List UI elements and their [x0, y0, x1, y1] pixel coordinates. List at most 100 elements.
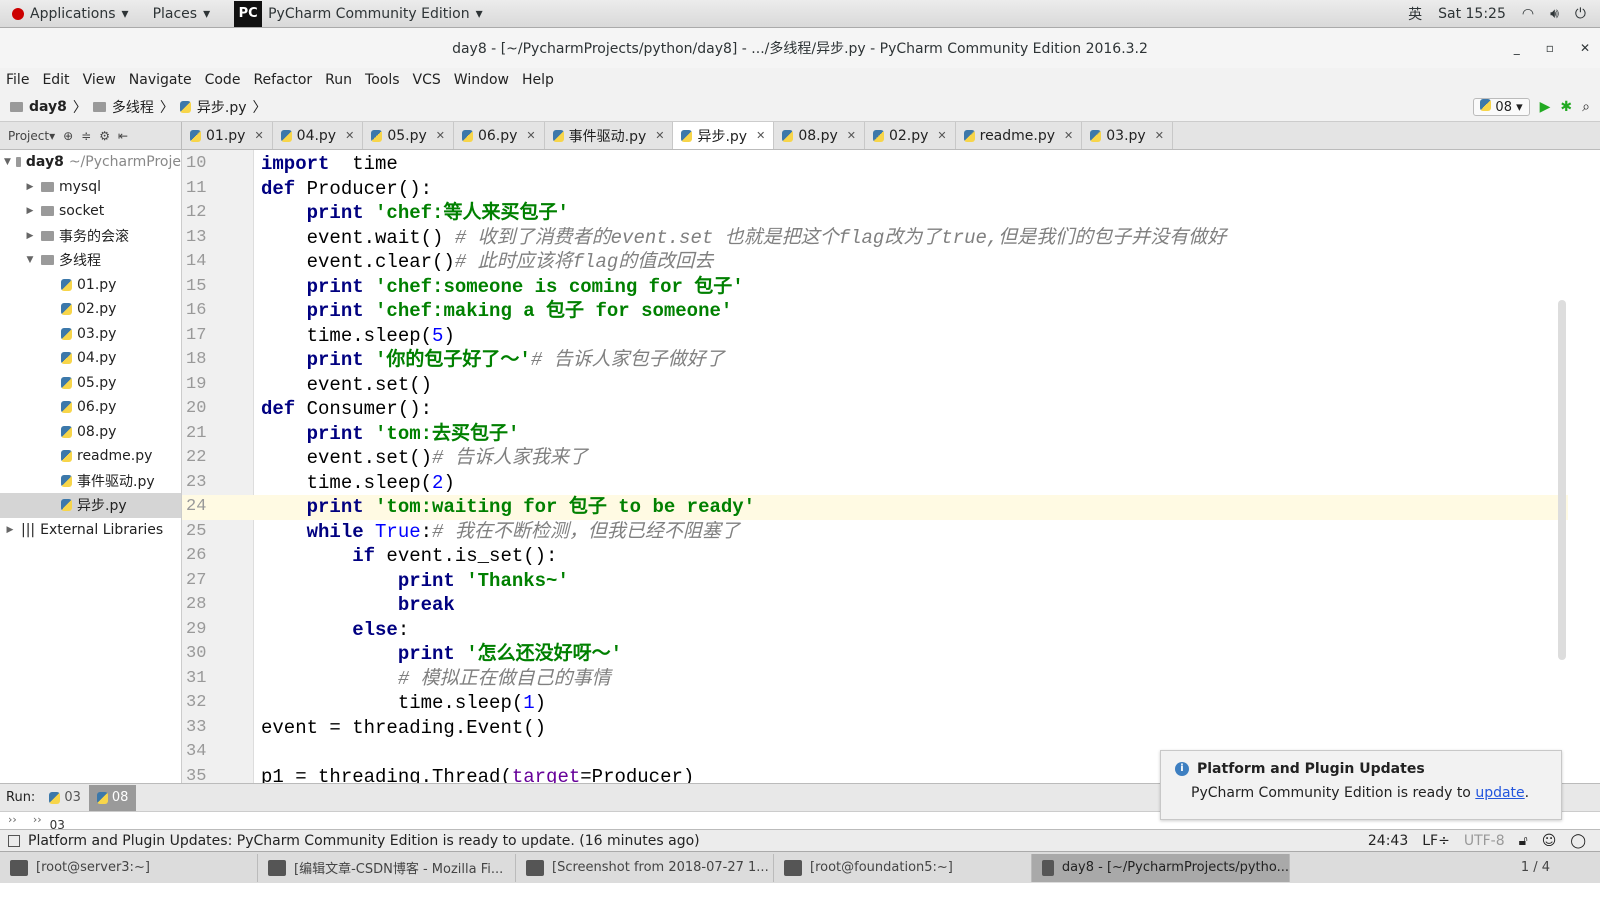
- chevron-right-icon[interactable]: ▶: [24, 182, 36, 192]
- tree-item[interactable]: 02.py: [0, 297, 181, 322]
- menu-help[interactable]: Help: [522, 72, 554, 88]
- tree-item[interactable]: ▶ ||| External Libraries: [0, 518, 181, 543]
- tree-item[interactable]: 05.py: [0, 371, 181, 396]
- chevron-right-icon[interactable]: ▶: [4, 525, 16, 535]
- run-tab-08[interactable]: 08: [88, 784, 137, 811]
- project-view-select[interactable]: Project▾: [8, 129, 55, 143]
- tree-item[interactable]: 异步.py: [0, 493, 181, 518]
- workspace-indicator[interactable]: 1 / 4: [1521, 860, 1600, 875]
- tree-item[interactable]: 06.py: [0, 395, 181, 420]
- places-menu[interactable]: Places ▾: [141, 6, 223, 22]
- chevron-right-icon[interactable]: ▶: [24, 206, 36, 216]
- tree-item[interactable]: readme.py: [0, 444, 181, 469]
- inspector-icon[interactable]: ☺: [1542, 833, 1557, 849]
- close-tab-icon[interactable]: ✕: [1155, 129, 1164, 142]
- code-line[interactable]: event = threading.Event(): [261, 716, 546, 741]
- chevron-down-icon[interactable]: ▼: [4, 157, 11, 167]
- taskbar-item[interactable]: day8 - [~/PycharmProjects/pytho...: [1032, 853, 1290, 882]
- collapse-icon[interactable]: ≑: [81, 129, 91, 143]
- tree-item[interactable]: 04.py: [0, 346, 181, 371]
- menu-view[interactable]: View: [83, 72, 116, 88]
- close-tab-icon[interactable]: ✕: [526, 129, 535, 142]
- event-log-icon[interactable]: ◯: [1570, 833, 1586, 849]
- tab-8[interactable]: readme.py ✕: [956, 122, 1083, 149]
- code-line[interactable]: # 模拟正在做自己的事情: [261, 667, 611, 692]
- code-line[interactable]: def Consumer():: [261, 397, 432, 422]
- clock[interactable]: Sat 15:25: [1438, 6, 1506, 22]
- tree-item[interactable]: 01.py: [0, 273, 181, 298]
- tab-5[interactable]: 异步.py ✕: [673, 122, 775, 149]
- code-line[interactable]: print 'Thanks~': [261, 569, 569, 594]
- status-window-icon[interactable]: [8, 834, 20, 847]
- chevron-right-icon[interactable]: ▶: [24, 231, 36, 241]
- tab-1[interactable]: 04.py ✕: [273, 122, 364, 149]
- tab-2[interactable]: 05.py ✕: [363, 122, 454, 149]
- close-tab-icon[interactable]: ✕: [847, 129, 856, 142]
- close-tab-icon[interactable]: ✕: [756, 129, 765, 142]
- code-line[interactable]: if event.is_set():: [261, 544, 557, 569]
- run-icon[interactable]: ▶: [1540, 99, 1551, 115]
- hide-icon[interactable]: ⇤: [118, 129, 128, 143]
- code-line[interactable]: time.sleep(1): [261, 691, 546, 716]
- chevron-down-icon[interactable]: ▼: [24, 255, 36, 265]
- close-tab-icon[interactable]: ✕: [436, 129, 445, 142]
- tree-item[interactable]: ▼ 多线程: [0, 248, 181, 273]
- close-button[interactable]: ✕: [1580, 41, 1590, 55]
- code-line[interactable]: event.clear()# 此时应该将flag的值改回去: [261, 250, 714, 275]
- code-line[interactable]: import time: [261, 152, 398, 177]
- tree-item[interactable]: ▶ mysql: [0, 175, 181, 200]
- input-method[interactable]: 英: [1408, 4, 1422, 24]
- breadcrumb-item[interactable]: day8: [29, 99, 67, 115]
- tree-item[interactable]: ▼ day8 ~/PycharmProje: [0, 150, 181, 175]
- menu-edit[interactable]: Edit: [42, 72, 69, 88]
- status-message[interactable]: Platform and Plugin Updates: PyCharm Com…: [28, 833, 700, 849]
- tree-item[interactable]: ▶ socket: [0, 199, 181, 224]
- code-line[interactable]: print '怎么还没好呀～': [261, 642, 622, 667]
- menu-code[interactable]: Code: [205, 72, 241, 88]
- line-separator[interactable]: LF÷: [1422, 833, 1450, 849]
- lock-icon[interactable]: 🔓︎: [1519, 833, 1528, 849]
- tree-item[interactable]: 03.py: [0, 322, 181, 347]
- code-line[interactable]: print 'tom:去买包子': [261, 422, 520, 447]
- code-line[interactable]: print '你的包子好了～'# 告诉人家包子做好了: [261, 348, 725, 373]
- run-tab-03[interactable]: 03: [41, 785, 89, 811]
- power-icon[interactable]: ⏻: [1575, 6, 1586, 22]
- tree-item[interactable]: ▶ 事务的会滚: [0, 224, 181, 249]
- code-line[interactable]: else:: [261, 618, 409, 643]
- code-line[interactable]: event.wait() # 收到了消费者的event.set 也就是把这个fl…: [261, 226, 1227, 251]
- code-line[interactable]: time.sleep(5): [261, 324, 455, 349]
- search-icon[interactable]: ⌕: [1582, 99, 1590, 115]
- code-line[interactable]: event.set()# 告诉人家我来了: [261, 446, 588, 471]
- code-line[interactable]: break: [261, 593, 455, 618]
- active-app-menu[interactable]: PC PyCharm Community Edition ▾: [222, 0, 495, 27]
- menu-window[interactable]: Window: [454, 72, 509, 88]
- wifi-icon[interactable]: ◠: [1522, 6, 1534, 22]
- encoding[interactable]: UTF-8: [1464, 833, 1505, 849]
- taskbar-item[interactable]: [root@server3:~]: [0, 853, 258, 882]
- menu-run[interactable]: Run: [325, 72, 352, 88]
- minimize-button[interactable]: _: [1514, 41, 1520, 55]
- taskbar-item[interactable]: [root@foundation5:~]: [774, 853, 1032, 882]
- volume-icon[interactable]: 🔊︎: [1550, 6, 1559, 22]
- tab-7[interactable]: 02.py ✕: [865, 122, 956, 149]
- code-line[interactable]: print 'chef:someone is coming for 包子': [261, 275, 744, 300]
- tab-9[interactable]: 03.py ✕: [1082, 122, 1173, 149]
- update-notification[interactable]: i Platform and Plugin Updates PyCharm Com…: [1160, 750, 1562, 820]
- applications-menu[interactable]: Applications ▾: [0, 6, 141, 22]
- close-tab-icon[interactable]: ✕: [1064, 129, 1073, 142]
- locate-icon[interactable]: ⊕: [63, 129, 73, 143]
- debug-icon[interactable]: ✱: [1560, 99, 1572, 115]
- menu-file[interactable]: File: [6, 72, 29, 88]
- menu-navigate[interactable]: Navigate: [129, 72, 192, 88]
- tab-0[interactable]: 01.py ✕: [182, 122, 273, 149]
- close-tab-icon[interactable]: ✕: [345, 129, 354, 142]
- tab-4[interactable]: 事件驱动.py ✕: [545, 122, 674, 149]
- maximize-button[interactable]: ▫: [1546, 41, 1554, 55]
- menu-refactor[interactable]: Refactor: [253, 72, 312, 88]
- gear-icon[interactable]: ⚙: [99, 129, 110, 143]
- code-line[interactable]: time.sleep(2): [261, 471, 455, 496]
- caret-position[interactable]: 24:43: [1368, 833, 1408, 849]
- close-tab-icon[interactable]: ✕: [254, 129, 263, 142]
- code-line[interactable]: print 'tom:waiting for 包子 to be ready': [261, 495, 755, 520]
- editor-scrollbar[interactable]: [1558, 300, 1566, 660]
